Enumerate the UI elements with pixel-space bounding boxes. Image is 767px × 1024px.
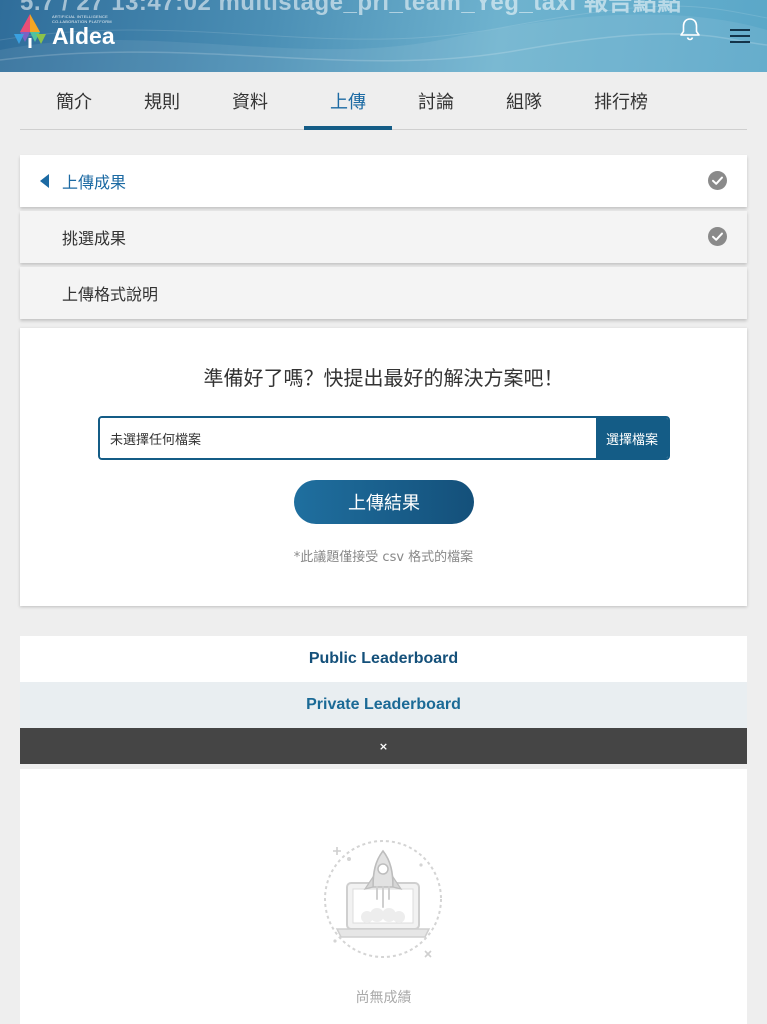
file-format-note: *此議題僅接受 csv 格式的檔案 bbox=[293, 550, 474, 565]
upload-panel: 準備好了嗎？快提出最好的解決方案吧！ 未選擇任何檔案 選擇檔案 上傳結果 *此議… bbox=[20, 328, 747, 606]
caret-left-icon bbox=[40, 174, 49, 188]
step-select-results[interactable]: 挑選成果 bbox=[20, 211, 747, 263]
private-leaderboard-tab[interactable]: Private Leaderboard bbox=[20, 682, 747, 728]
top-header: 5.7 / 27 13:47:02 multistage_pri_team_Ye… bbox=[0, 0, 767, 72]
tab-leaderboard[interactable]: 排行榜 bbox=[568, 72, 674, 129]
file-upload-field[interactable]: 未選擇任何檔案 選擇檔案 bbox=[98, 416, 670, 460]
tab-upload[interactable]: 上傳 bbox=[304, 72, 392, 130]
tab-rules[interactable]: 規則 bbox=[128, 72, 196, 129]
tab-team[interactable]: 組隊 bbox=[480, 72, 568, 129]
check-circle-icon bbox=[708, 171, 727, 190]
tab-discussion[interactable]: 討論 bbox=[392, 72, 480, 129]
close-icon[interactable]: × bbox=[379, 740, 388, 753]
step-format-instructions[interactable]: 上傳格式說明 bbox=[20, 267, 747, 319]
leaderboard-bar: × bbox=[20, 728, 747, 764]
step-label: 挑選成果 bbox=[62, 229, 127, 248]
logo-mark-icon bbox=[14, 14, 46, 48]
file-name-display[interactable]: 未選擇任何檔案 bbox=[100, 418, 596, 458]
tab-intro[interactable]: 簡介 bbox=[20, 72, 128, 129]
step-upload-results[interactable]: 上傳成果 bbox=[20, 155, 747, 207]
logo-tagline-2: CO-LABORATION PLATFORM bbox=[52, 19, 112, 24]
upload-heading: 準備好了嗎？快提出最好的解決方案吧！ bbox=[203, 366, 564, 390]
tab-data[interactable]: 資料 bbox=[196, 72, 304, 129]
bell-icon[interactable] bbox=[679, 17, 701, 41]
rocket-laptop-icon bbox=[324, 840, 442, 958]
hamburger-menu-icon[interactable] bbox=[730, 28, 750, 44]
step-label: 上傳格式說明 bbox=[62, 285, 159, 304]
public-leaderboard-tab[interactable]: Public Leaderboard bbox=[20, 636, 747, 682]
aidea-logo[interactable]: ARTIFICIAL INTELLIGENCE CO-LABORATION PL… bbox=[12, 11, 126, 51]
logo-text: ARTIFICIAL INTELLIGENCE CO-LABORATION PL… bbox=[52, 14, 115, 48]
check-circle-icon bbox=[708, 227, 727, 246]
upload-results-button[interactable]: 上傳結果 bbox=[294, 480, 474, 524]
step-label: 上傳成果 bbox=[62, 173, 127, 192]
choose-file-button[interactable]: 選擇檔案 bbox=[596, 418, 668, 458]
logo-name: AIdea bbox=[52, 23, 115, 49]
no-results-text: 尚無成績 bbox=[355, 990, 412, 1006]
leaderboard-body: 尚無成績 bbox=[20, 769, 747, 1024]
competition-tabs: 簡介 規則 資料 上傳 討論 組隊 排行榜 bbox=[20, 72, 747, 130]
